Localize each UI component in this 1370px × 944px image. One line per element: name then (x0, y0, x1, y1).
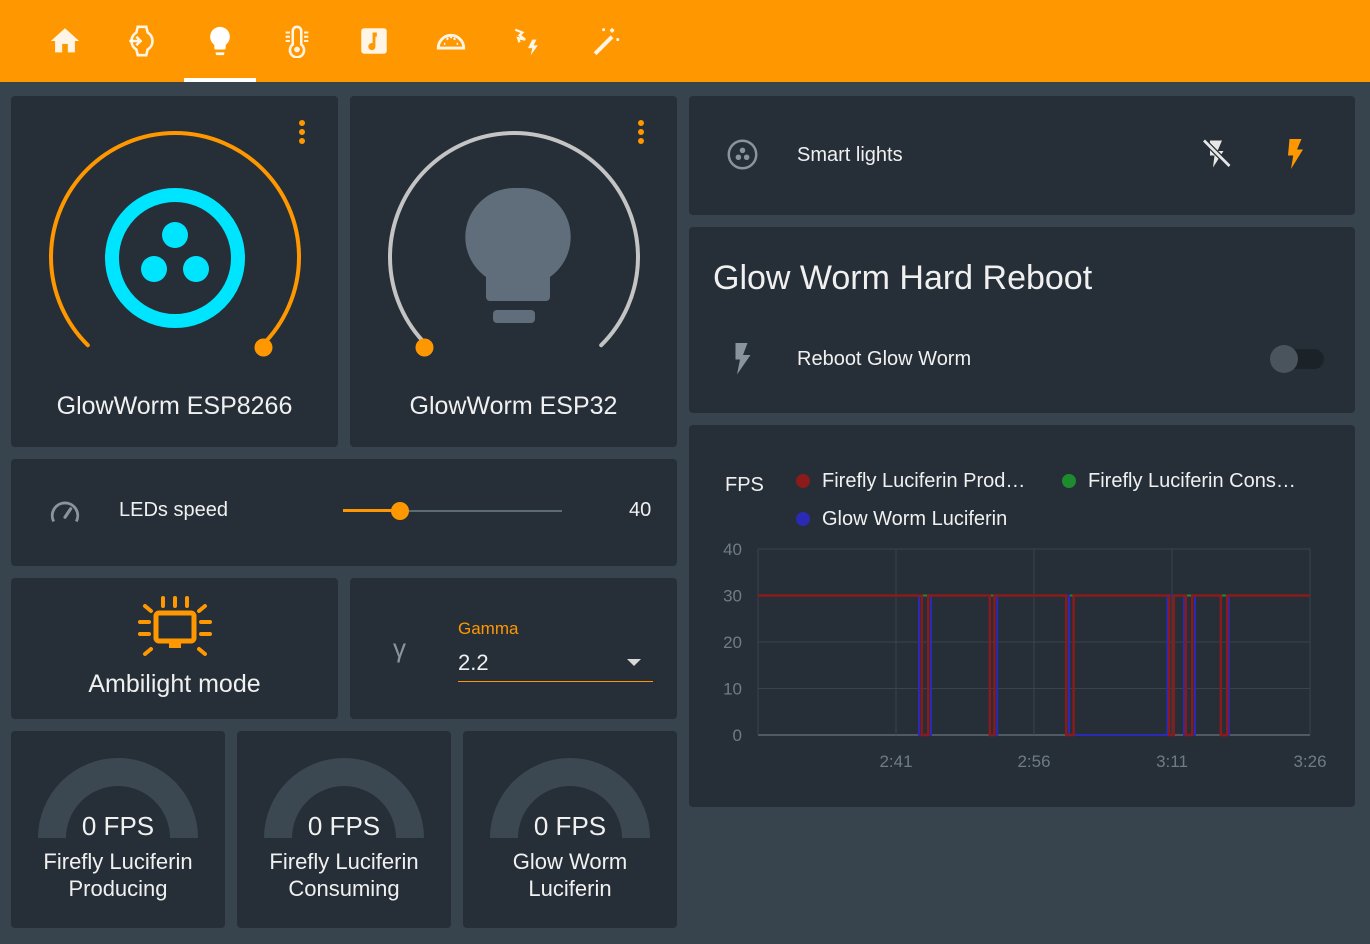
leds-speed-label: LEDs speed (119, 499, 228, 521)
light-name: GlowWorm ESP32 (409, 392, 618, 420)
scrollbar[interactable] (1360, 82, 1370, 944)
ambilight-label: Ambilight mode (88, 670, 261, 698)
fps-line-chart: 0 10 20 30 40 2:41 2:56 3:11 3:26 (723, 540, 1326, 771)
fps-name-line2: Luciferin (528, 876, 612, 901)
brightness-handle[interactable] (254, 338, 273, 357)
leds-speed-value: 40 (629, 499, 652, 521)
speed-slider-thumb[interactable] (390, 502, 409, 520)
gamma-select[interactable]: 2.2 (458, 646, 653, 682)
flash-on-icon[interactable] (1276, 136, 1312, 172)
fps-value: 0 FPS (81, 811, 155, 841)
y-tick-label: 20 (723, 633, 742, 652)
light-name: GlowWorm ESP8266 (56, 392, 293, 420)
thermometer-icon (285, 25, 309, 58)
fps-name-line1: Firefly Luciferin (269, 849, 419, 874)
gamma-card: γ Gamma 2.2 (350, 578, 677, 719)
top-tab-bar (0, 0, 1370, 82)
home-icon (50, 28, 80, 53)
fps-name-line1: Firefly Luciferin (43, 849, 193, 874)
fps-name-line1: Glow Worm (512, 849, 628, 874)
tab-magic[interactable] (569, 0, 641, 82)
glowworm-logo-icon (727, 139, 758, 170)
x-tick-label: 3:11 (1156, 752, 1188, 771)
brightness-dial[interactable] (35, 118, 315, 398)
smart-lights-label: Smart lights (797, 144, 903, 166)
music-note-icon (361, 28, 387, 54)
lightbulb-icon (210, 26, 230, 56)
glowworm-logo-icon (105, 188, 245, 328)
leds-speed-card: LEDs speed 40 (11, 459, 677, 566)
reboot-toggle-thumb[interactable] (1270, 345, 1298, 373)
fps-gauge-glowworm[interactable]: 0 FPS Glow Worm Luciferin (463, 731, 677, 928)
brightness-handle[interactable] (415, 338, 434, 357)
lights-flash-icon (514, 28, 538, 56)
fps-gauge-producing[interactable]: 0 FPS Firefly Luciferin Producing (11, 731, 225, 928)
tab-thermometer[interactable] (261, 0, 333, 82)
ambilight-monitor-icon (138, 596, 212, 656)
tab-login[interactable] (106, 0, 178, 82)
tab-lights[interactable] (184, 0, 256, 82)
smart-lights-card: Smart lights (689, 96, 1355, 215)
x-tick-label: 2:41 (879, 752, 912, 771)
fps-gauge-consuming[interactable]: 0 FPS Firefly Luciferin Consuming (237, 731, 451, 928)
fps-name-line2: Producing (68, 876, 168, 901)
lightbulb-icon (465, 188, 571, 323)
y-tick-label: 0 (733, 726, 742, 745)
fps-value: 0 FPS (307, 811, 381, 841)
light-card-esp8266[interactable]: GlowWorm ESP8266 (11, 96, 338, 447)
y-tick-label: 10 (723, 680, 742, 699)
fps-history-card: FPS Firefly Luciferin Prod… Firefly Luci… (689, 425, 1355, 807)
x-tick-label: 3:26 (1293, 752, 1326, 771)
tab-flash-auto[interactable] (492, 0, 564, 82)
reboot-label: Reboot Glow Worm (797, 348, 972, 370)
reboot-card: Glow Worm Hard Reboot Reboot Glow Worm (689, 227, 1355, 413)
gamma-label: Gamma (458, 619, 519, 638)
x-tick-label: 2:56 (1017, 752, 1050, 771)
flash-off-icon[interactable] (1198, 136, 1234, 172)
chevron-down-icon (627, 659, 641, 666)
active-tab-indicator (184, 78, 256, 82)
light-card-esp32[interactable]: GlowWorm ESP32 (350, 96, 677, 447)
fps-name-line2: Consuming (288, 876, 400, 901)
flash-icon (735, 343, 751, 375)
watch-login-icon (129, 25, 154, 57)
brightness-dial[interactable] (374, 118, 654, 398)
tab-gauge[interactable] (415, 0, 487, 82)
tab-home[interactable] (29, 0, 101, 82)
gamma-value: 2.2 (458, 650, 489, 675)
speedometer-icon (50, 501, 80, 523)
gamma-symbol-icon: γ (393, 633, 406, 663)
ambilight-mode-button[interactable]: Ambilight mode (11, 578, 338, 719)
fps-value: 0 FPS (533, 811, 607, 841)
magic-wand-icon (593, 28, 620, 56)
y-tick-label: 30 (723, 587, 742, 606)
tab-music[interactable] (338, 0, 410, 82)
gauge-icon (436, 33, 466, 50)
reboot-title: Glow Worm Hard Reboot (713, 259, 1093, 297)
y-tick-label: 40 (723, 540, 742, 559)
